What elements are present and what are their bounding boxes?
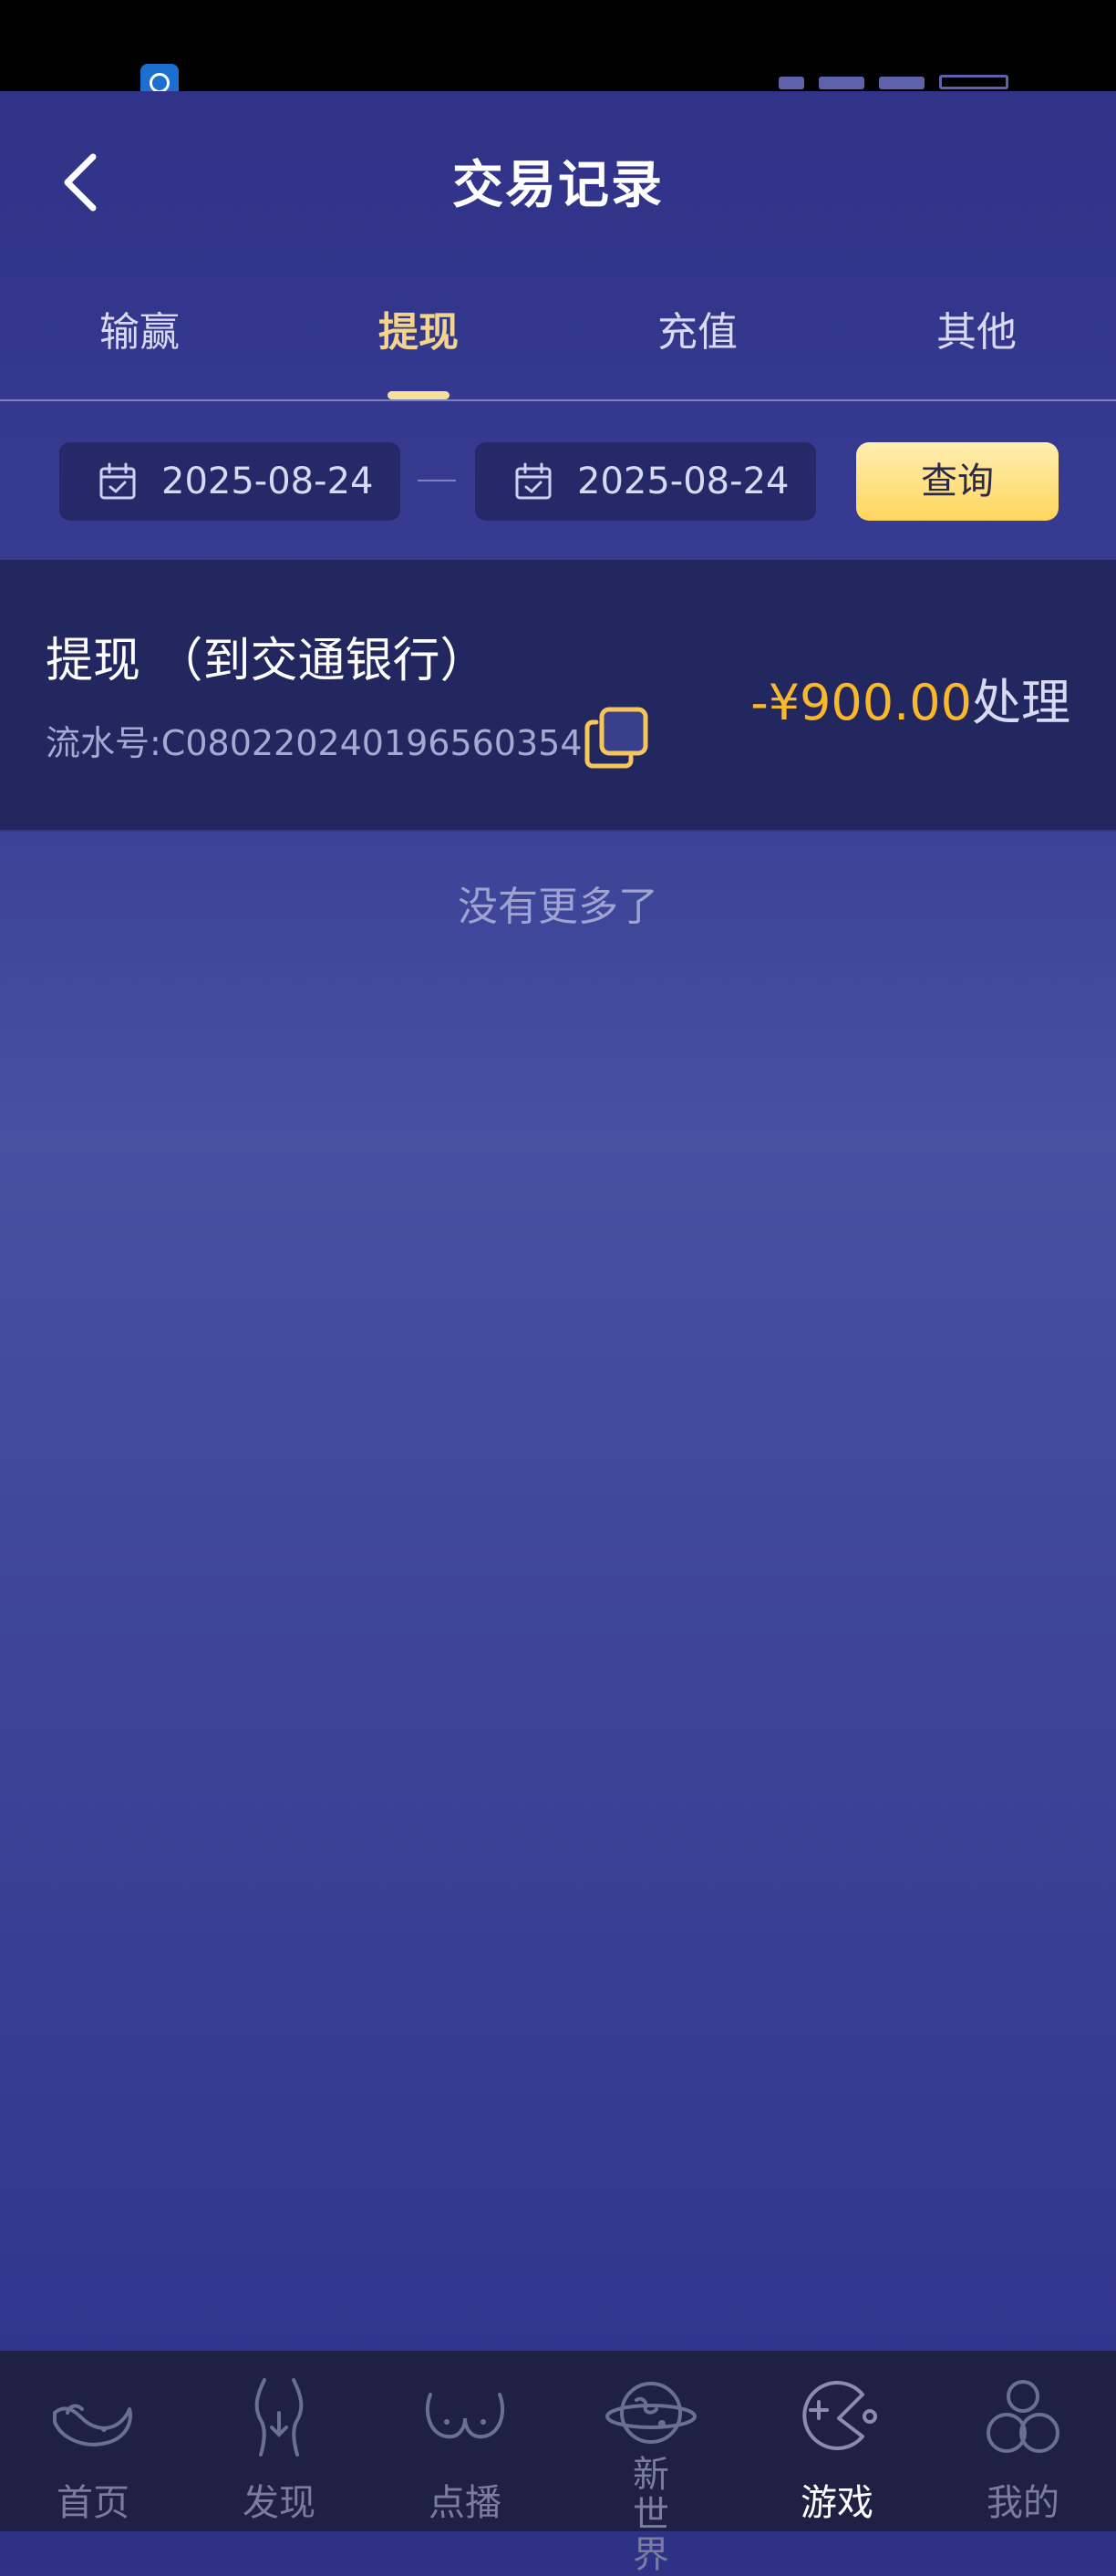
amount: -¥900.00: [750, 674, 972, 731]
tab-win-loss[interactable]: 输赢: [0, 274, 279, 399]
nav-label-home: 首页: [57, 2482, 129, 2524]
status-label: 处理: [972, 674, 1070, 731]
tab-withdraw[interactable]: 提现: [279, 274, 558, 399]
no-more-text: 没有更多了: [458, 884, 658, 930]
nav-label-discover: 发现: [243, 2482, 315, 2524]
nav-item-discover[interactable]: 发现: [186, 2351, 372, 2531]
start-date-text: 2025-08-24: [161, 460, 374, 502]
end-date-picker[interactable]: 2025-08-24: [475, 442, 816, 521]
nav-label-mine: 我的: [987, 2482, 1059, 2524]
date-filter: 2025-08-24 2025-08-24 查询: [0, 401, 1116, 560]
tab-deposit[interactable]: 充值: [558, 274, 837, 399]
page-title: 交易记录: [452, 156, 664, 215]
copy-icon[interactable]: [584, 706, 649, 771]
nav-label-vod: 点播: [429, 2482, 501, 2524]
nav-item-games[interactable]: 游戏: [744, 2351, 930, 2531]
tab-other[interactable]: 其他: [837, 274, 1116, 399]
nav-item-mine[interactable]: 我的: [930, 2351, 1116, 2531]
start-date-picker[interactable]: 2025-08-24: [59, 442, 400, 521]
nav-label-new-world: 新世界: [633, 2454, 669, 2576]
header: 交易记录: [0, 91, 1116, 274]
nav-label-games: 游戏: [801, 2482, 873, 2524]
profile-icon: [987, 2380, 1059, 2453]
amount-status: -¥900.00处理: [750, 662, 1070, 734]
record-title: 提现 （到交通银行）: [46, 634, 488, 688]
tab-bar: 输赢 提现 充值 其他: [0, 274, 1116, 401]
serial-number: 流水号:C080220240196560354: [46, 723, 583, 763]
gamepad-icon: [802, 2381, 877, 2450]
status-bar: [0, 0, 1116, 91]
date-range-separator: [418, 480, 456, 481]
vod-icon: [425, 2393, 505, 2439]
nav-item-home[interactable]: 首页: [0, 2351, 186, 2531]
discover-icon: [254, 2378, 304, 2457]
status-indicators: [779, 75, 1080, 91]
calendar-icon: [99, 462, 136, 500]
query-button[interactable]: 查询: [856, 442, 1059, 521]
home-icon: [53, 2404, 132, 2447]
nav-item-vod[interactable]: 点播: [372, 2351, 558, 2531]
bottom-nav: 首页 发现 点播 新世界 游戏 我的: [0, 2351, 1116, 2575]
calendar-icon: [515, 462, 552, 500]
end-date-text: 2025-08-24: [577, 460, 790, 502]
list-item[interactable]: 提现 （到交通银行） 流水号:C080220240196560354 -¥900…: [0, 560, 1116, 832]
notification-app-icon: [140, 64, 179, 91]
nav-item-new-world[interactable]: 新世界: [558, 2351, 744, 2575]
globe-icon: [605, 2382, 697, 2444]
